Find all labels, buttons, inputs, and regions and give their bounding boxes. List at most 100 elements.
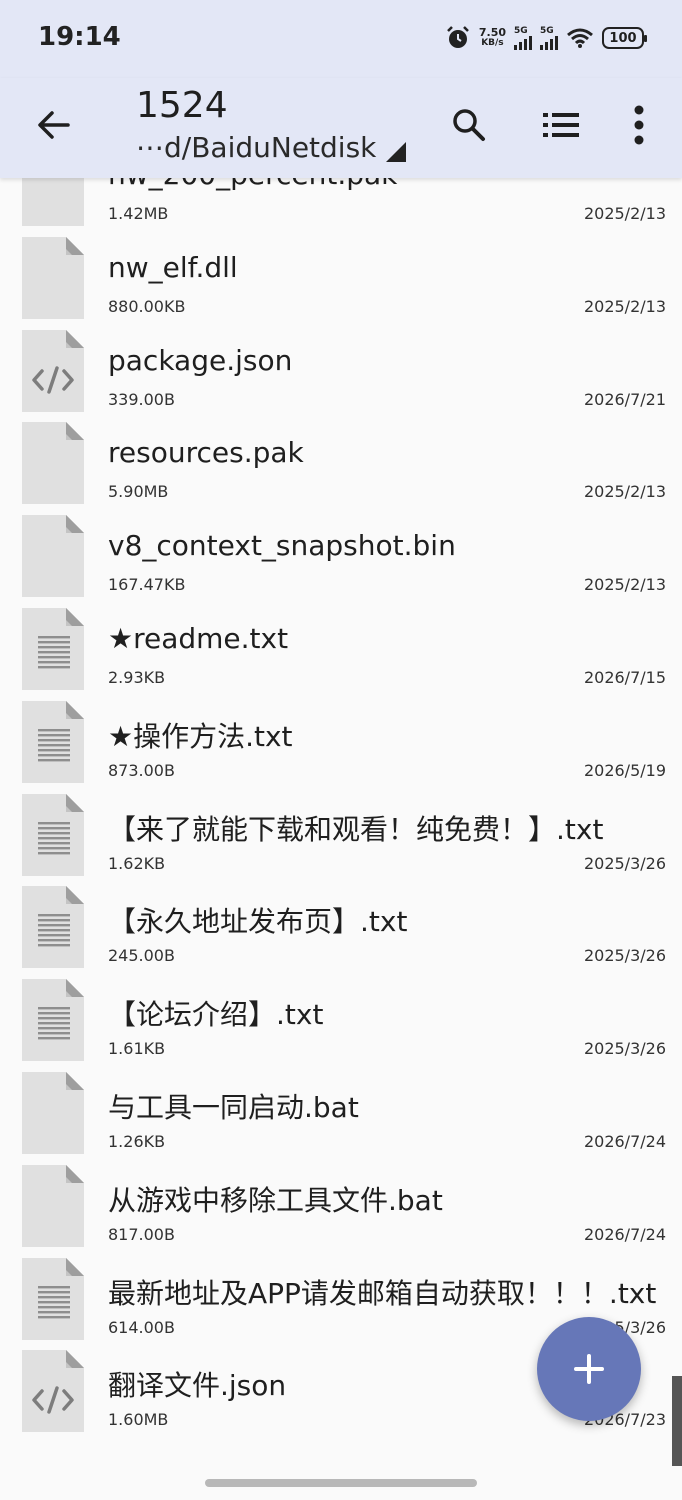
status-bar: 19:14 7.50 KB/s 5G 5G 100	[0, 0, 682, 78]
app-bar: 1524 ⋯d/BaiduNetdisk	[0, 78, 682, 178]
file-icon	[22, 515, 84, 598]
file-date: 2025/2/13	[583, 204, 666, 223]
code-file-icon	[22, 1350, 84, 1433]
view-mode-button[interactable]	[536, 100, 586, 150]
page-title: 1524	[136, 85, 228, 126]
list-view-icon	[543, 113, 579, 137]
file-size: 614.00B	[108, 1317, 175, 1337]
file-row[interactable]: nw_elf.dll 880.00KB 2025/2/13	[0, 229, 682, 322]
path-selector[interactable]: ⋯d/BaiduNetdisk	[136, 128, 407, 168]
file-date: 2026/7/24	[583, 1224, 666, 1244]
file-size: 245.00B	[108, 946, 175, 966]
signal-sim1: 5G	[514, 25, 532, 50]
more-vert-icon	[634, 105, 644, 145]
file-name: nw_elf.dll	[108, 250, 238, 284]
file-date: 2026/7/15	[583, 667, 666, 687]
signal-sim1-label: 5G	[514, 25, 528, 36]
home-indicator[interactable]	[205, 1479, 477, 1487]
text-file-icon	[22, 607, 84, 690]
file-size: 1.61KB	[108, 1039, 166, 1059]
file-row[interactable]: package.json 339.00B 2026/7/21	[0, 322, 682, 415]
search-icon	[453, 109, 485, 141]
file-row[interactable]: 【永久地址发布页】.txt 245.00B 2025/3/26	[0, 878, 682, 971]
scrollbar-thumb[interactable]	[672, 1376, 682, 1466]
text-file-icon	[22, 886, 84, 969]
wifi-icon	[567, 28, 593, 48]
file-size: 1.62KB	[108, 853, 166, 873]
alarm-icon	[446, 26, 469, 48]
network-speed-unit: KB/s	[481, 38, 504, 48]
file-row[interactable]: 从游戏中移除工具文件.bat 817.00B 2026/7/24	[0, 1157, 682, 1250]
file-date: 2026/7/24	[583, 1131, 666, 1151]
file-date: 2025/3/26	[583, 946, 666, 966]
network-speed-value: 7.50	[478, 26, 506, 39]
file-name: 从游戏中移除工具文件.bat	[108, 1183, 443, 1217]
signal-bars-icon	[514, 35, 532, 50]
file-name: 【来了就能下载和观看！纯免费！】.txt	[108, 812, 604, 846]
more-options-button[interactable]	[614, 100, 664, 150]
file-name: 【永久地址发布页】.txt	[108, 905, 408, 939]
file-size: 880.00KB	[108, 296, 186, 316]
file-row[interactable]: 与工具一同启动.bat 1.26KB 2026/7/24	[0, 1064, 682, 1157]
file-date: 2026/5/19	[583, 760, 666, 780]
file-name: v8_context_snapshot.bin	[108, 529, 456, 563]
signal-sim2-label: 5G	[540, 25, 554, 36]
text-file-icon	[22, 793, 84, 876]
file-row[interactable]: ★readme.txt 2.93KB 2026/7/15	[0, 600, 682, 693]
file-date: 2025/2/13	[583, 482, 666, 502]
status-time: 19:14	[38, 22, 121, 52]
file-list[interactable]: nw_200_percent.pak1.42MB2025/2/13nw_elf.…	[0, 178, 682, 1500]
file-name: ★操作方法.txt	[108, 719, 293, 753]
file-icon	[22, 178, 84, 226]
dropdown-triangle-icon	[386, 142, 407, 162]
file-row[interactable]: nw_200_percent.pak 1.42MB 2025/2/13	[0, 178, 682, 229]
file-name: 【论坛介绍】.txt	[108, 998, 324, 1032]
file-name: 与工具一同启动.bat	[108, 1090, 359, 1124]
text-file-icon	[22, 979, 84, 1062]
file-row[interactable]: v8_context_snapshot.bin 167.47KB 2025/2/13	[0, 507, 682, 600]
battery-indicator: 100	[602, 27, 647, 49]
file-size: 1.60MB	[108, 1410, 169, 1430]
file-date: 2026/7/21	[583, 389, 666, 409]
file-icon	[22, 1071, 84, 1154]
file-name: 翻译文件.json	[108, 1369, 287, 1403]
file-name: resources.pak	[108, 436, 304, 470]
file-size: 817.00B	[108, 1224, 175, 1244]
file-name: ★readme.txt	[108, 621, 289, 655]
file-name: package.json	[108, 343, 293, 377]
text-file-icon	[22, 1257, 84, 1340]
file-row[interactable]: 【来了就能下载和观看！纯免费！】.txt 1.62KB 2025/3/26	[0, 786, 682, 879]
file-row[interactable]: 【论坛介绍】.txt 1.61KB 2025/3/26	[0, 971, 682, 1064]
signal-sim2: 5G	[540, 25, 558, 50]
file-size: 1.42MB	[108, 204, 169, 223]
back-arrow-icon	[38, 111, 70, 139]
add-fab-button[interactable]	[537, 1317, 641, 1421]
signal-bars-icon	[540, 35, 558, 50]
file-icon	[22, 422, 84, 505]
file-row[interactable]: resources.pak 5.90MB 2025/2/13	[0, 414, 682, 507]
file-date: 2025/2/13	[583, 575, 666, 595]
code-file-icon	[22, 329, 84, 412]
file-date: 2025/3/26	[583, 853, 666, 873]
file-date: 2025/2/13	[583, 296, 666, 316]
file-name: 最新地址及APP请发邮箱自动获取！！！.txt	[108, 1276, 657, 1310]
file-size: 5.90MB	[108, 482, 169, 502]
search-button[interactable]	[444, 100, 494, 150]
file-size: 873.00B	[108, 760, 175, 780]
file-size: 167.47KB	[108, 575, 186, 595]
file-list-content: nw_200_percent.pak1.42MB2025/2/13nw_elf.…	[0, 178, 682, 1435]
file-icon	[22, 1164, 84, 1247]
back-button[interactable]	[30, 100, 76, 150]
network-speed: 7.50 KB/s	[479, 27, 506, 49]
plus-icon	[574, 1354, 604, 1384]
file-name: nw_200_percent.pak	[108, 178, 397, 191]
file-size: 2.93KB	[108, 667, 166, 687]
file-size: 1.26KB	[108, 1131, 166, 1151]
file-date: 2025/3/26	[583, 1039, 666, 1059]
title-block[interactable]: 1524 ⋯d/BaiduNetdisk	[136, 84, 407, 168]
file-row[interactable]: ★操作方法.txt 873.00B 2026/5/19	[0, 693, 682, 786]
file-icon	[22, 236, 84, 319]
text-file-icon	[22, 700, 84, 783]
file-size: 339.00B	[108, 389, 175, 409]
status-icons: 7.50 KB/s 5G 5G 100	[445, 22, 647, 54]
